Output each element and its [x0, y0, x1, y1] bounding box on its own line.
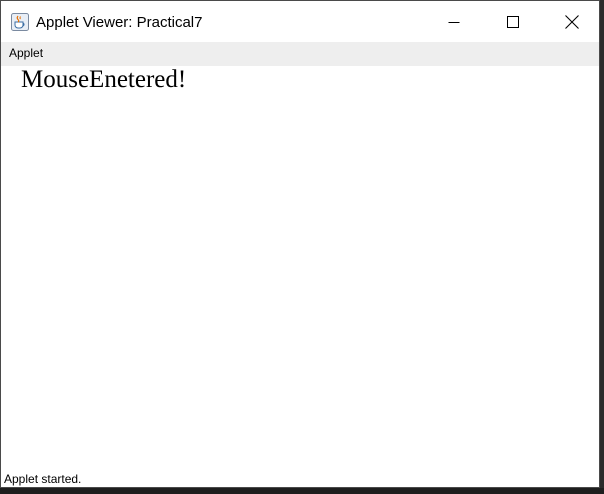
- maximize-button[interactable]: [490, 1, 536, 42]
- window-title: Applet Viewer: Practical7: [36, 14, 203, 31]
- minimize-button[interactable]: [431, 1, 477, 42]
- status-text: Applet started.: [4, 472, 82, 486]
- title-bar[interactable]: Applet Viewer: Practical7: [1, 1, 599, 42]
- applet-viewer-window: Applet Viewer: Practical7 Applet MouseEn…: [0, 0, 600, 488]
- menu-bar: Applet: [1, 42, 599, 66]
- java-cup-icon: [11, 13, 29, 31]
- background-terminal-edge: [600, 0, 604, 494]
- applet-message: MouseEnetered!: [21, 66, 187, 93]
- applet-canvas[interactable]: MouseEnetered!: [1, 66, 599, 468]
- status-bar: Applet started.: [1, 468, 599, 487]
- close-button[interactable]: [549, 1, 595, 42]
- minimize-icon: [448, 21, 460, 23]
- background-terminal-strip: [0, 488, 604, 494]
- maximize-icon: [507, 15, 519, 28]
- menu-applet[interactable]: Applet: [9, 46, 43, 60]
- close-icon: [565, 14, 579, 29]
